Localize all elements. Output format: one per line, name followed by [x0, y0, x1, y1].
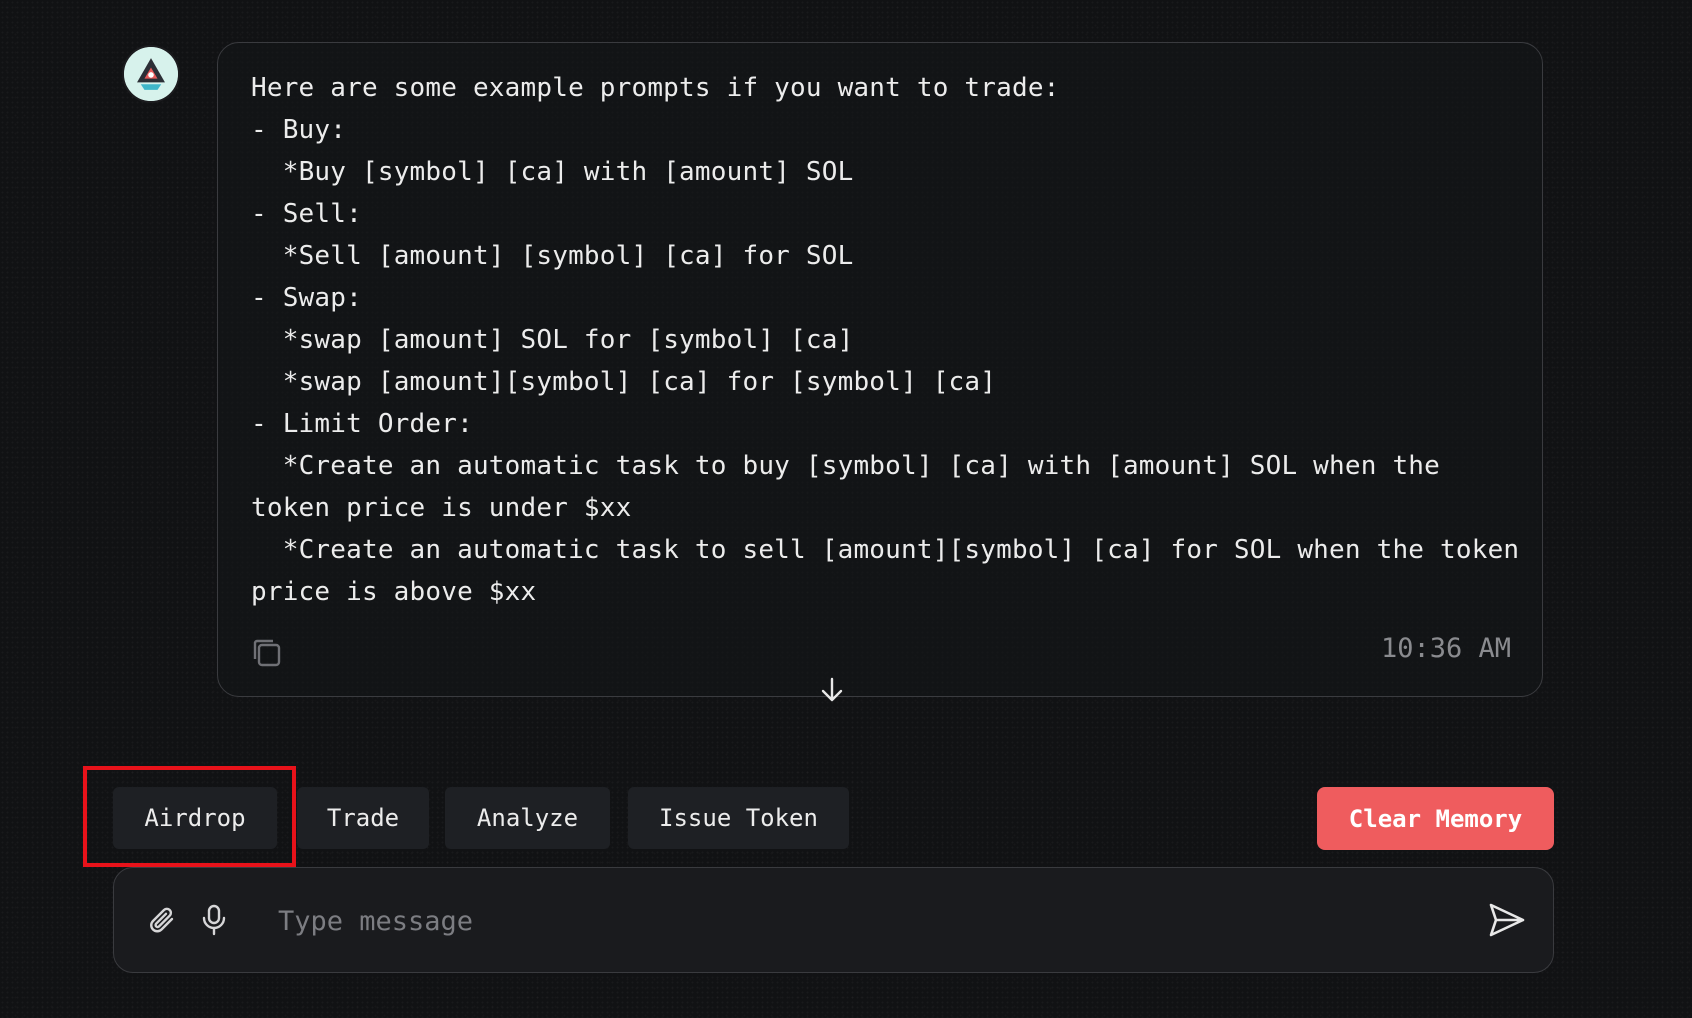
clear-memory-button[interactable]: Clear Memory — [1317, 787, 1554, 850]
copy-icon[interactable] — [250, 636, 284, 670]
analyze-button[interactable]: Analyze — [445, 787, 610, 849]
highlight-outline — [83, 766, 296, 867]
arrow-down-icon[interactable] — [816, 674, 848, 706]
trade-button[interactable]: Trade — [297, 787, 429, 849]
issue-token-button[interactable]: Issue Token — [628, 787, 849, 849]
paperclip-icon[interactable] — [146, 904, 180, 938]
bot-avatar — [122, 45, 180, 103]
message-input[interactable] — [276, 892, 1440, 950]
message-timestamp: 10:36 AM — [1380, 633, 1511, 664]
message-text: Here are some example prompts if you wan… — [251, 73, 1520, 607]
assistant-message-bubble: Here are some example prompts if you wan… — [217, 42, 1543, 697]
message-composer — [113, 867, 1554, 973]
microphone-icon[interactable] — [198, 903, 230, 937]
bot-avatar-icon — [124, 47, 178, 101]
send-icon[interactable] — [1487, 900, 1527, 940]
